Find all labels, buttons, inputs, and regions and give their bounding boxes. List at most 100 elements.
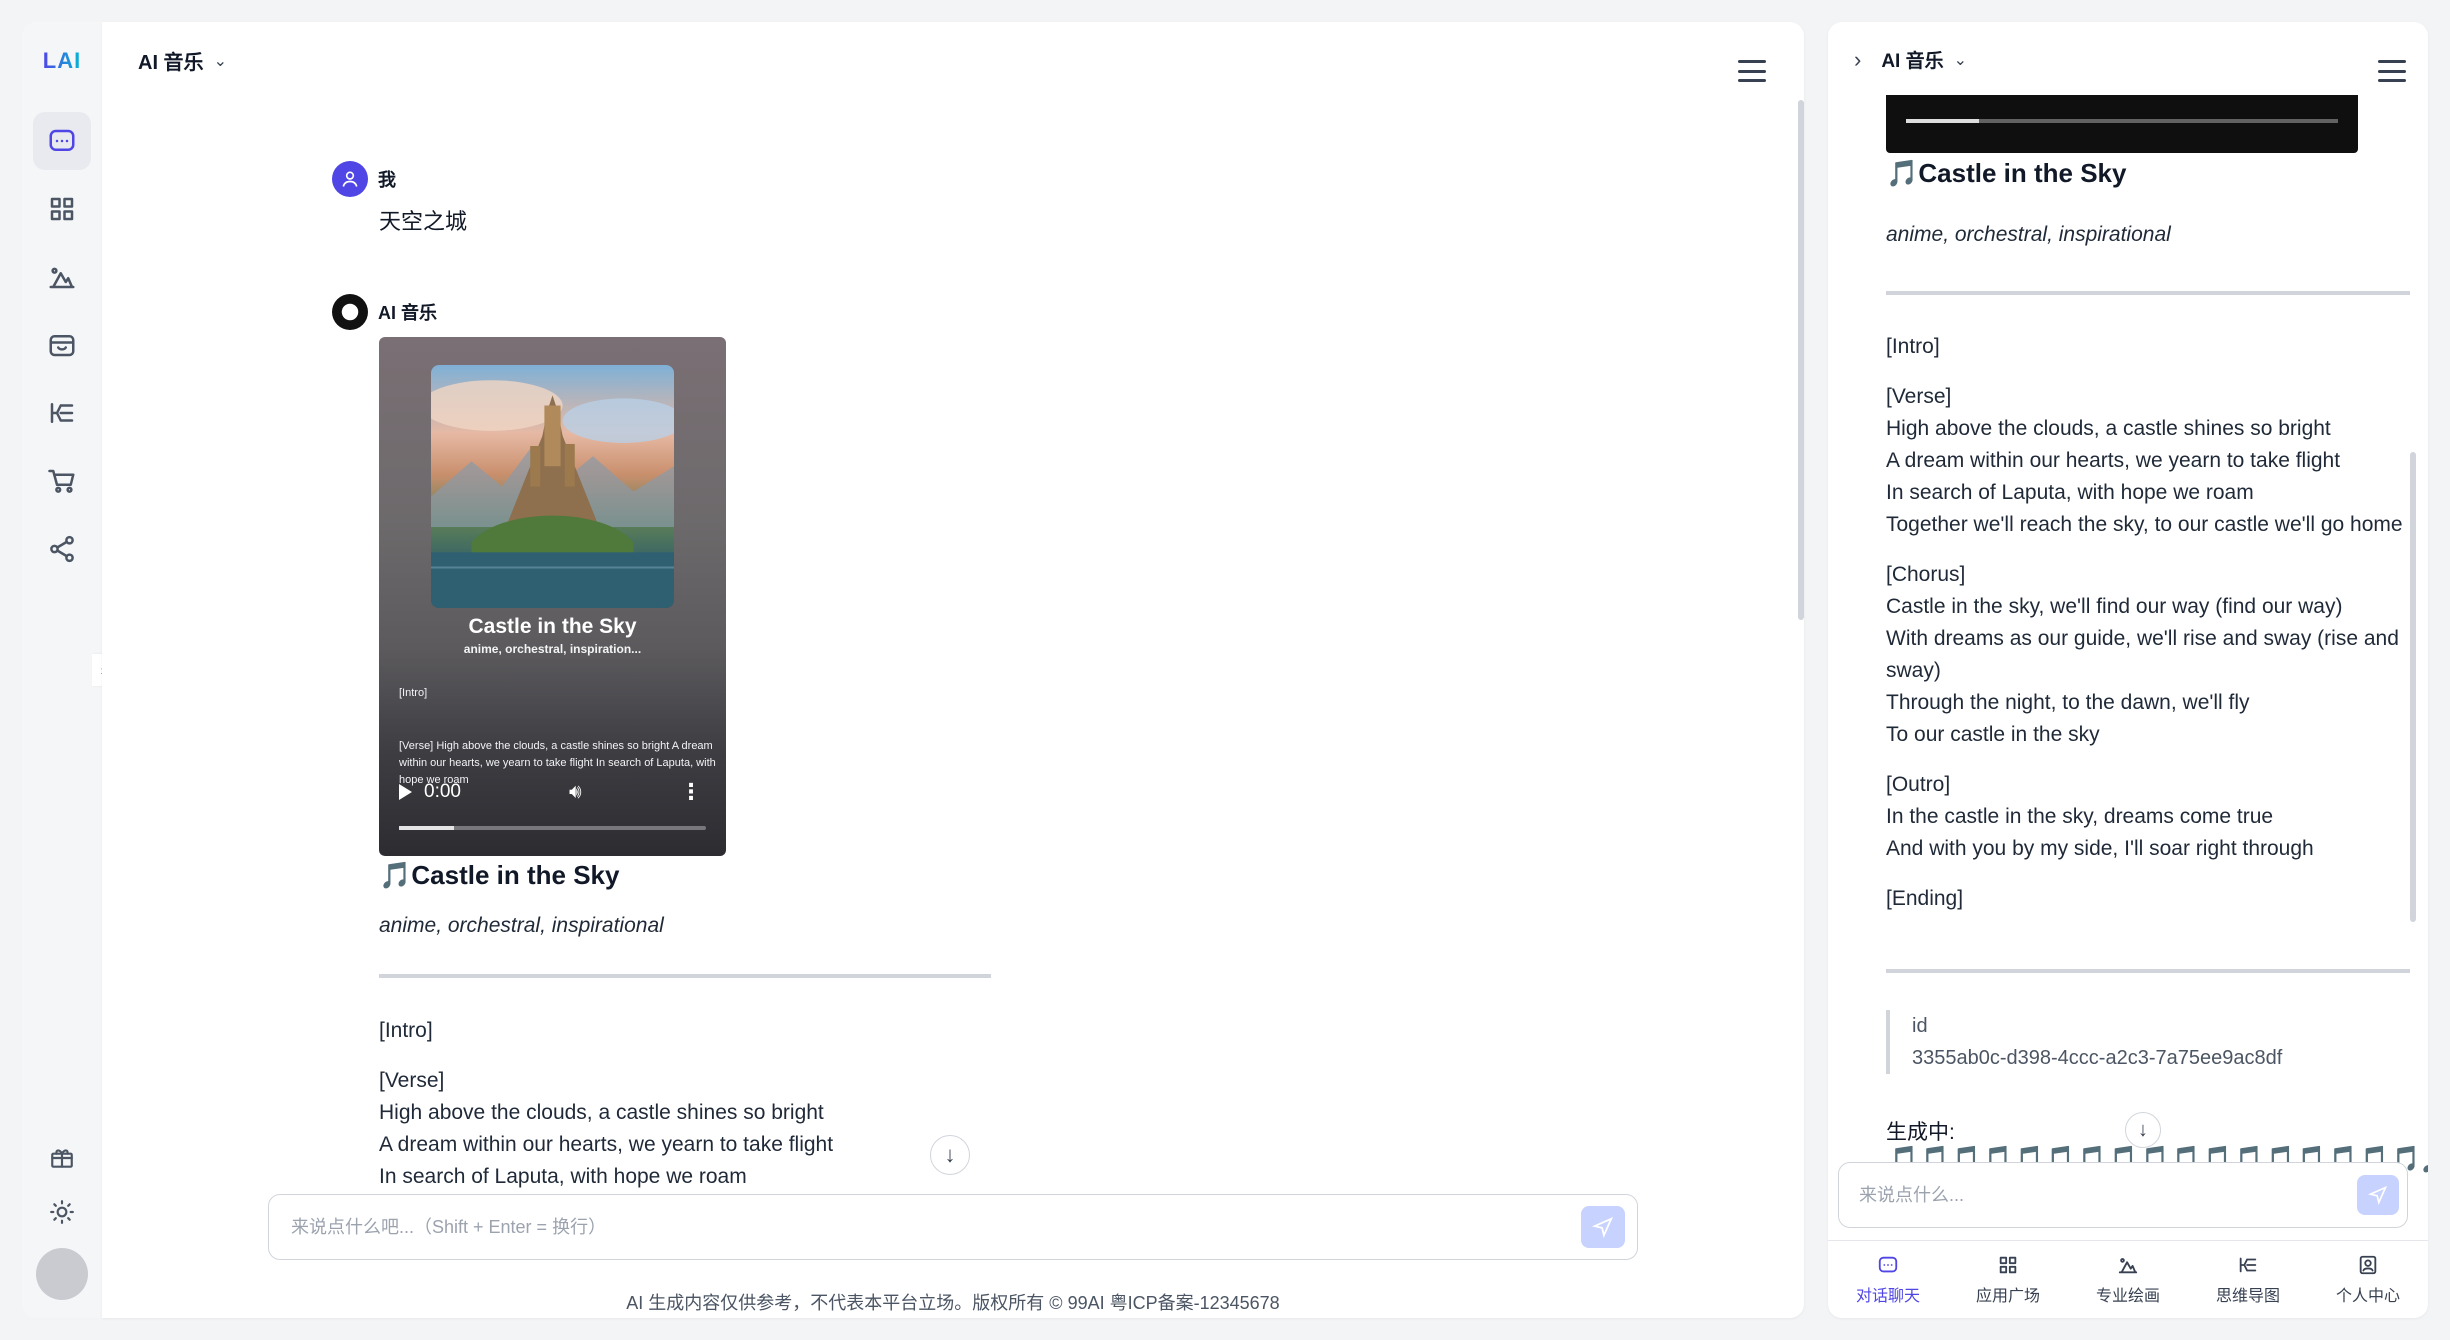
video-intro-tag: [Intro] xyxy=(399,687,428,699)
theme-toggle-button[interactable] xyxy=(42,1194,82,1230)
volume-icon[interactable]: 🔊︎ xyxy=(569,781,582,804)
sidebar-bottom xyxy=(36,1140,88,1300)
video-controls: 0:00 🔊︎ ⋮ xyxy=(399,777,706,807)
tab-mindmap[interactable]: 思维导图 xyxy=(2188,1241,2308,1318)
preview-send-button[interactable] xyxy=(2357,1175,2399,1215)
song-lyrics: [Intro] [Verse] High above the clouds, a… xyxy=(379,1015,1019,1205)
model-selector[interactable]: AI 音乐 ⌄ xyxy=(138,46,227,75)
apps-grid-icon xyxy=(50,197,74,221)
id-label: id xyxy=(1912,1015,1928,1037)
send-icon xyxy=(1592,1216,1614,1238)
cover-image xyxy=(431,365,674,608)
preview-video-player[interactable] xyxy=(1886,95,2358,153)
cart-icon xyxy=(48,469,75,493)
preview-menu-button[interactable] xyxy=(2378,60,2406,82)
tab-label: 应用广场 xyxy=(1975,1287,2040,1305)
chat-input[interactable] xyxy=(291,1216,1581,1238)
video-title: Castle in the Sky xyxy=(468,615,637,638)
menu-button[interactable] xyxy=(1738,60,1766,82)
lyric-line: Through the night, to the dawn, we'll fl… xyxy=(1886,691,2250,714)
preview-song-title: 🎵Castle in the Sky xyxy=(1886,158,2127,188)
sidebar-item-wallet[interactable] xyxy=(33,316,91,374)
user-message-text: 天空之城 xyxy=(379,209,468,234)
preview-scrollbar[interactable] xyxy=(2410,452,2416,922)
lyric-line: To our castle in the sky xyxy=(1886,723,2100,746)
sidebar-item-cart[interactable] xyxy=(33,452,91,510)
chevron-down-icon[interactable]: ⌄ xyxy=(1954,50,1967,70)
share-icon xyxy=(50,535,74,563)
tab-chat[interactable]: 对话聊天 xyxy=(1828,1241,1948,1318)
video-time: 0:00 xyxy=(424,781,461,802)
preview-input-box xyxy=(1838,1162,2408,1228)
video-lyric-line: High above the clouds, a castle shines s… xyxy=(436,740,670,752)
divider xyxy=(1886,969,2410,973)
lyric-line: In search of Laputa, with hope we roam xyxy=(379,1165,747,1188)
chat-input-box xyxy=(268,1194,1638,1260)
preview-video-progress[interactable] xyxy=(1906,119,2338,123)
id-value: 3355ab0c-d398-4ccc-a2c3-7a75ee9ac8df xyxy=(1912,1047,2283,1069)
lyric-line: In search of Laputa, with hope we roam xyxy=(1886,481,2254,504)
tab-profile[interactable]: 个人中心 xyxy=(2308,1241,2428,1318)
song-tags: anime, orchestral, inspirational xyxy=(379,914,664,937)
sidebar-item-mindmap[interactable] xyxy=(33,384,91,442)
intro-tag: [Intro] xyxy=(379,1019,433,1042)
arrow-down-icon: ↓ xyxy=(944,1142,956,1167)
sidebar-item-apps[interactable] xyxy=(33,180,91,238)
preview-lyrics: [Intro] [Verse] High above the clouds, a… xyxy=(1886,331,2406,933)
gift-button[interactable] xyxy=(42,1140,82,1176)
bot-avatar xyxy=(332,294,368,330)
music-video-player[interactable]: Castle in the Sky anime, orchestral, ins… xyxy=(379,337,726,856)
bottom-tab-bar: 对话聊天 应用广场 专业绘画 思维导图 个人中心 xyxy=(1828,1240,2428,1318)
video-progress-bar[interactable] xyxy=(399,826,706,830)
outro-block: [Outro] In the castle in the sky, dreams… xyxy=(1886,769,2406,865)
chat-panel: AI 音乐 ⌄ 我 天空之城 AI 音乐 Castle in the Sky a… xyxy=(102,22,1804,1318)
sidebar-rail: LAI xyxy=(22,22,102,1318)
video-subtitle: anime, orchestral, inspiration... xyxy=(463,642,642,656)
divider xyxy=(1886,291,2410,295)
scroll-to-bottom-button[interactable]: ↓ xyxy=(930,1135,970,1175)
app-logo[interactable]: LAI xyxy=(43,48,81,74)
sidebar-item-painting[interactable] xyxy=(33,248,91,306)
painting-icon xyxy=(49,267,75,289)
tab-painting[interactable]: 专业绘画 xyxy=(2068,1241,2188,1318)
lyric-line: A dream within our hearts, we yearn to t… xyxy=(1886,449,2341,472)
verse-tag: [Verse] xyxy=(379,1069,445,1092)
chevron-down-icon: ⌄ xyxy=(213,52,227,70)
more-options-icon[interactable]: ⋮ xyxy=(680,779,702,805)
video-verse-tag: [Verse] xyxy=(399,740,434,752)
lyric-line: High above the clouds, a castle shines s… xyxy=(1886,417,2331,440)
sidebar-item-chat[interactable] xyxy=(33,112,91,170)
send-icon xyxy=(2368,1185,2388,1205)
preview-chat-input[interactable] xyxy=(1859,1184,2357,1206)
divider xyxy=(379,974,991,978)
footer-disclaimer: AI 生成内容仅供参考，不代表本平台立场。版权所有 © 99AI 粤ICP备案-… xyxy=(626,1293,1280,1313)
chevron-right-icon[interactable]: › xyxy=(1854,47,1861,73)
tab-apps[interactable]: 应用广场 xyxy=(1948,1241,2068,1318)
tab-label: 专业绘画 xyxy=(2095,1287,2160,1305)
painting-icon xyxy=(2118,1257,2138,1273)
sidebar-item-share[interactable] xyxy=(33,520,91,578)
sidebar-nav xyxy=(33,112,91,578)
castle-illustration xyxy=(431,380,674,608)
user-icon xyxy=(342,171,358,187)
chat-icon xyxy=(49,129,75,151)
generating-label: 生成中: xyxy=(1886,1121,1955,1144)
lyric-line: In the castle in the sky, dreams come tr… xyxy=(1886,805,2274,828)
gift-icon xyxy=(51,1149,73,1168)
play-icon[interactable] xyxy=(399,784,412,800)
preview-panel: › AI 音乐 ⌄ 🎵Castle in the Sky anime, orch… xyxy=(1828,22,2428,1318)
scrollbar[interactable] xyxy=(1798,100,1804,620)
lyric-line: And with you by my side, I'll soar right… xyxy=(1886,837,2314,860)
preview-title[interactable]: AI 音乐 xyxy=(1881,46,1943,73)
send-button[interactable] xyxy=(1581,1206,1625,1248)
scroll-to-bottom-button[interactable]: ↓ xyxy=(2125,1112,2161,1148)
avatar[interactable] xyxy=(36,1248,88,1300)
bot-message-header: AI 音乐 xyxy=(332,294,437,330)
bot-name: AI 音乐 xyxy=(378,303,438,323)
music-logo-icon xyxy=(341,303,359,321)
preview-song-tags: anime, orchestral, inspirational xyxy=(1886,223,2171,246)
lyric-line: Together we'll reach the sky, to our cas… xyxy=(1886,513,2403,536)
tab-label: 个人中心 xyxy=(2335,1287,2400,1305)
mindmap-icon xyxy=(2239,1257,2257,1272)
lyric-line: High above the clouds, a castle shines s… xyxy=(379,1101,824,1124)
